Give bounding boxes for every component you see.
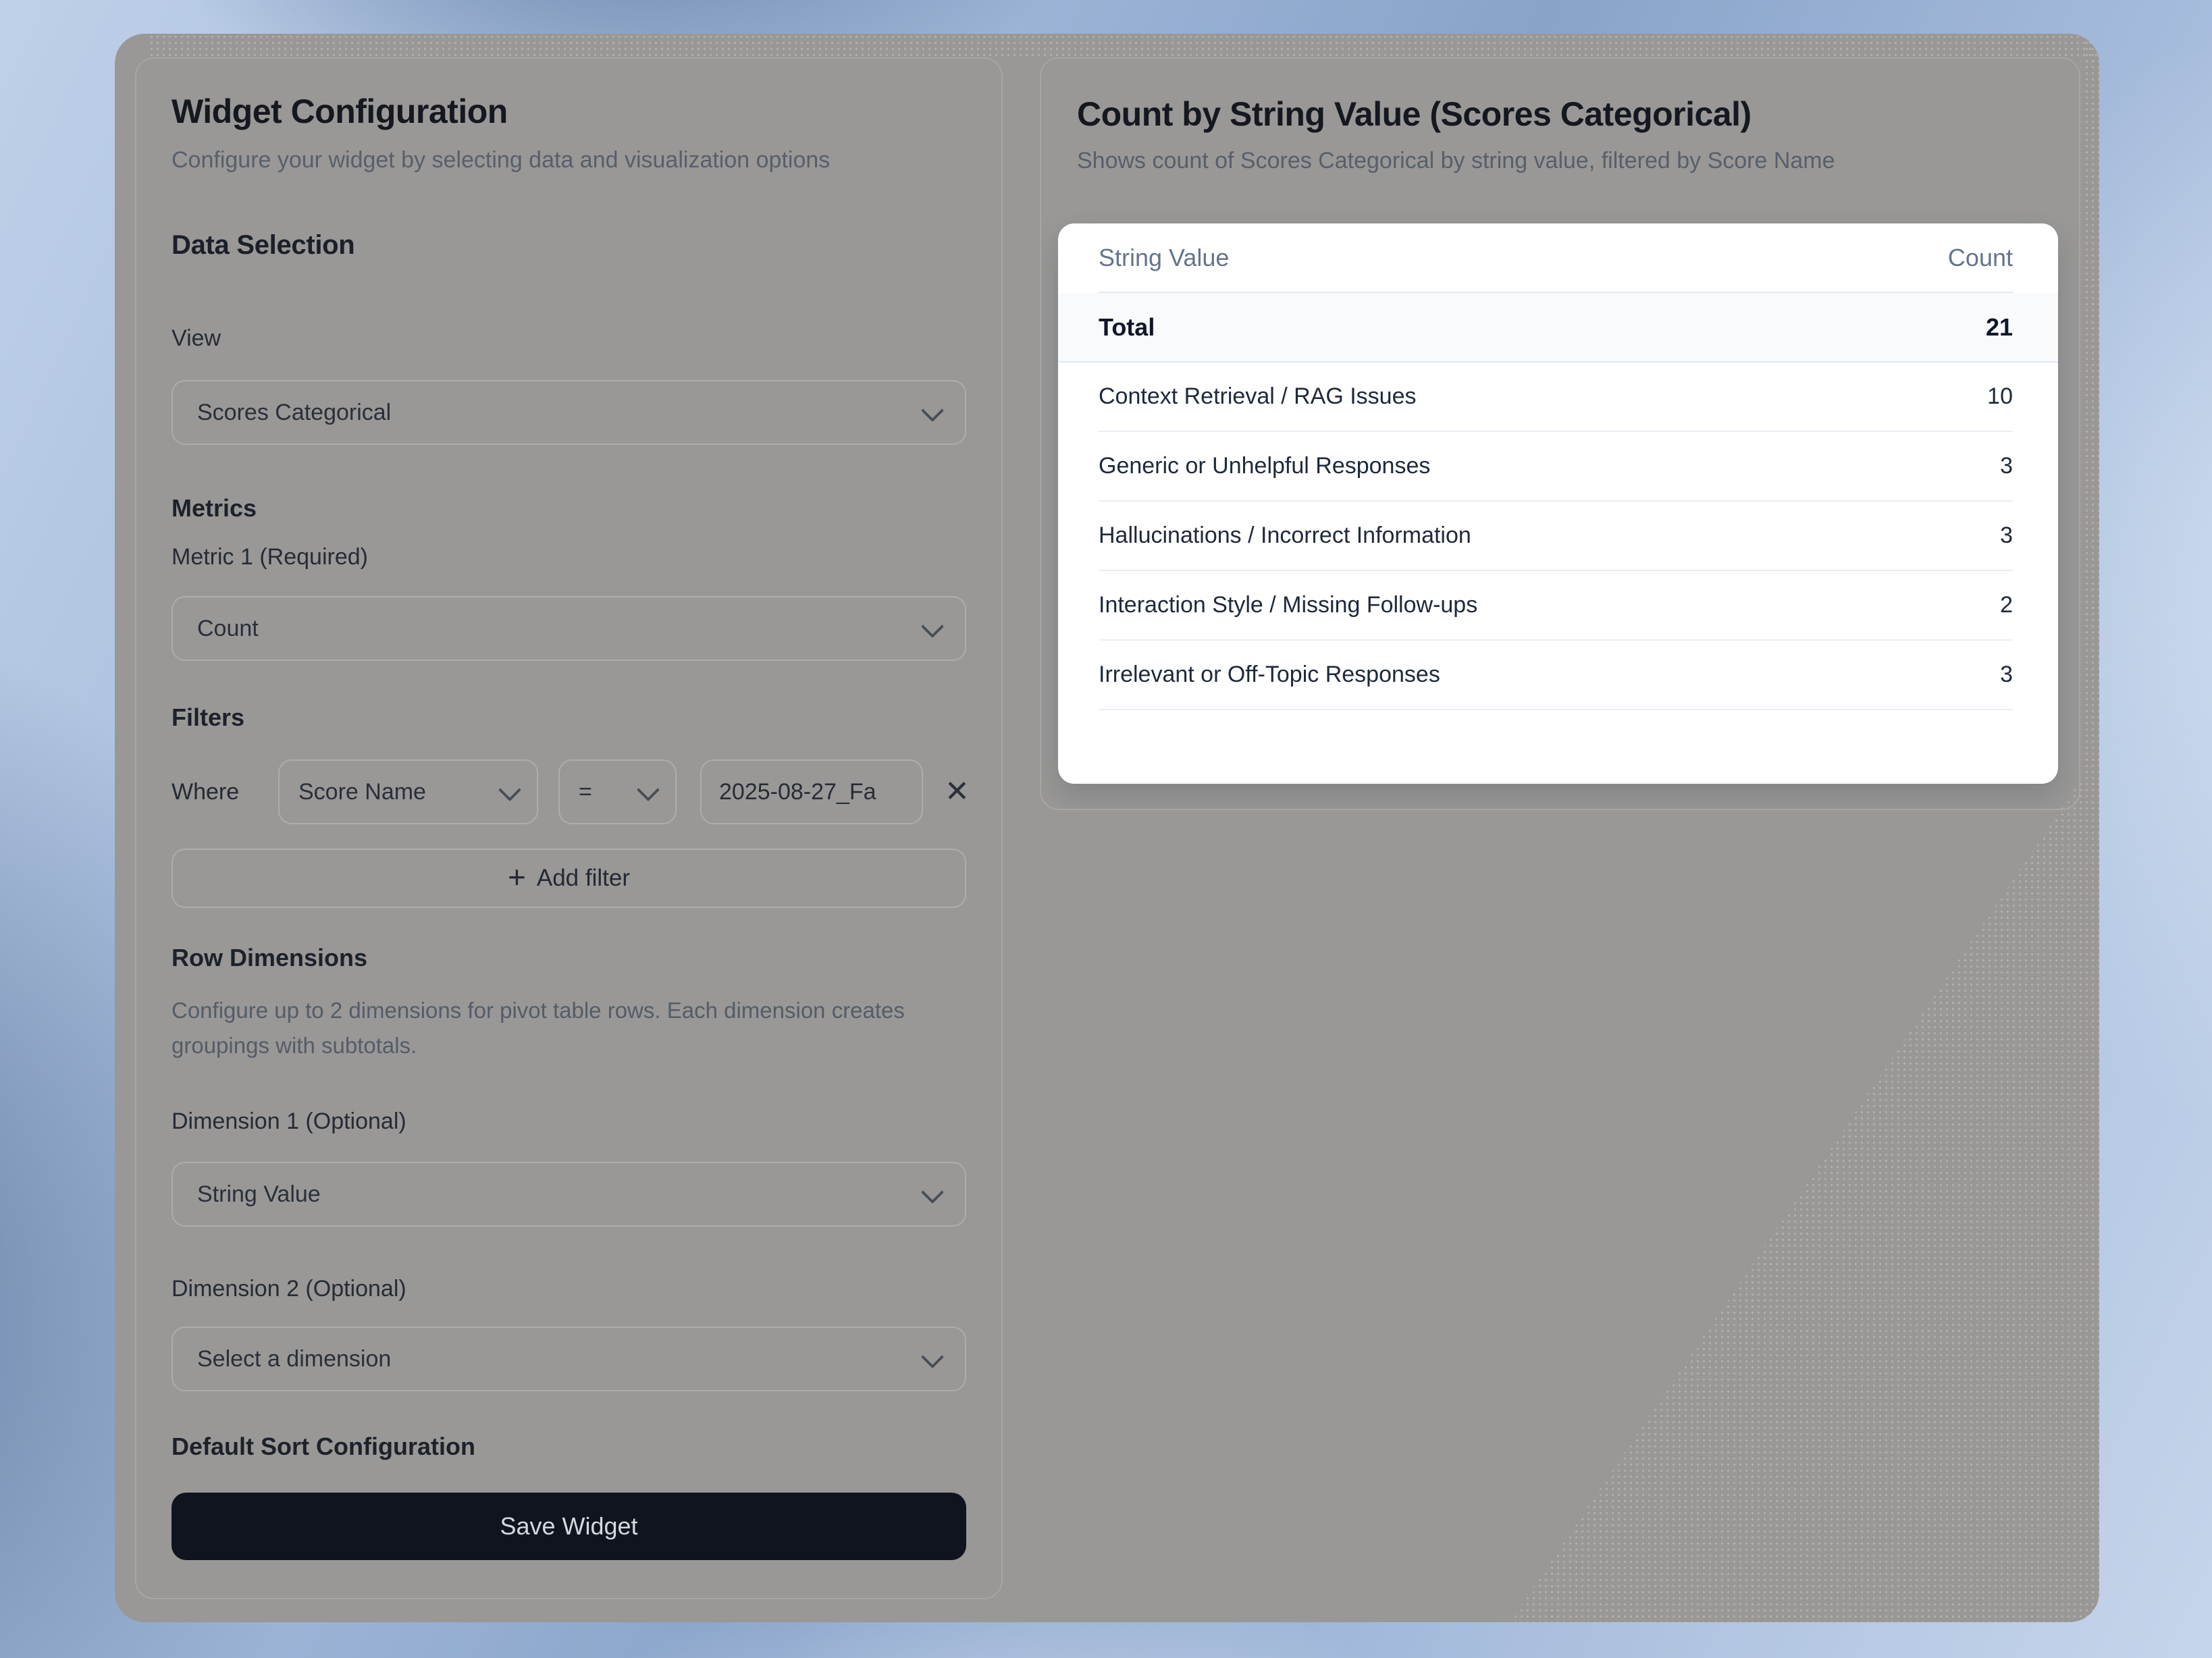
row-count: 2 xyxy=(2000,592,2013,618)
chevron-down-icon xyxy=(637,778,660,801)
dimension1-label: Dimension 1 (Optional) xyxy=(172,1106,966,1136)
filter-row: Where Score Name = 2025-08-27_Fa ✕ xyxy=(172,759,966,824)
filter-value-input[interactable]: 2025-08-27_Fa xyxy=(700,759,923,824)
view-select[interactable]: Scores Categorical xyxy=(172,380,966,445)
table-row: Hallucinations / Incorrect Information 3 xyxy=(1099,502,2013,571)
chevron-down-icon xyxy=(921,1181,944,1204)
table-row: Irrelevant or Off-Topic Responses 3 xyxy=(1099,641,2013,710)
dimension1-select[interactable]: String Value xyxy=(172,1162,966,1227)
filter-field-value: Score Name xyxy=(298,779,426,805)
filter-operator-select[interactable]: = xyxy=(558,759,677,824)
filter-value-text: 2025-08-27_Fa xyxy=(719,779,876,805)
plus-icon: + xyxy=(508,861,526,892)
pivot-table-preview: String Value Count Total 21 Context Retr… xyxy=(1058,223,2058,784)
row-count: 10 xyxy=(1987,383,2013,410)
preview-subtitle: Shows count of Scores Categorical by str… xyxy=(1077,145,2058,176)
add-filter-label: Add filter xyxy=(537,865,630,892)
table-header-row: String Value Count xyxy=(1099,223,2013,293)
table-row: Interaction Style / Missing Follow-ups 2 xyxy=(1099,571,2013,641)
default-sort-heading: Default Sort Configuration xyxy=(172,1432,966,1462)
total-count: 21 xyxy=(1986,313,2013,342)
row-label: Context Retrieval / RAG Issues xyxy=(1099,383,1417,410)
dimension2-select-value: Select a dimension xyxy=(197,1346,391,1372)
row-label: Interaction Style / Missing Follow-ups xyxy=(1099,592,1477,618)
filters-heading: Filters xyxy=(172,703,966,732)
metric1-select[interactable]: Count xyxy=(172,596,966,661)
save-widget-label: Save Widget xyxy=(500,1512,637,1541)
view-select-value: Scores Categorical xyxy=(197,400,391,426)
row-dimensions-description: Configure up to 2 dimensions for pivot t… xyxy=(172,993,966,1063)
table-total-row: Total 21 xyxy=(1058,293,2058,363)
preview-title: Count by String Value (Scores Categorica… xyxy=(1077,94,2058,134)
total-label: Total xyxy=(1099,313,1155,342)
widget-configuration-title: Widget Configuration xyxy=(172,91,966,132)
row-count: 3 xyxy=(2000,662,2013,688)
chevron-down-icon xyxy=(921,399,944,422)
widget-configuration-subtitle: Configure your widget by selecting data … xyxy=(172,141,853,179)
table-body: Context Retrieval / RAG Issues 10 Generi… xyxy=(1099,363,2013,710)
metric1-select-value: Count xyxy=(197,616,259,642)
chevron-down-icon xyxy=(921,615,944,638)
remove-filter-button[interactable]: ✕ xyxy=(945,777,970,807)
dimension1-select-value: String Value xyxy=(197,1181,321,1208)
row-dimensions-heading: Row Dimensions xyxy=(172,943,966,973)
filter-where-label: Where xyxy=(172,779,278,805)
close-icon: ✕ xyxy=(945,775,970,808)
metric1-label: Metric 1 (Required) xyxy=(172,542,966,572)
row-count: 3 xyxy=(2000,523,2013,549)
dimension2-label: Dimension 2 (Optional) xyxy=(172,1274,966,1304)
data-selection-heading: Data Selection xyxy=(172,229,966,261)
filter-field-select[interactable]: Score Name xyxy=(278,759,538,824)
add-filter-button[interactable]: + Add filter xyxy=(172,849,966,908)
widget-configuration-panel: Widget Configuration Configure your widg… xyxy=(135,57,1003,1599)
column-header-string-value: String Value xyxy=(1099,244,1229,272)
chevron-down-icon xyxy=(921,1345,944,1368)
view-label: View xyxy=(172,323,966,353)
table-row: Context Retrieval / RAG Issues 10 xyxy=(1099,363,2013,432)
dimmed-modal-backdrop: Widget Configuration Configure your widg… xyxy=(115,34,2099,1622)
chevron-down-icon xyxy=(498,778,521,801)
row-label: Hallucinations / Incorrect Information xyxy=(1099,523,1471,549)
filter-operator-value: = xyxy=(579,779,592,805)
row-count: 3 xyxy=(2000,453,2013,479)
dot-texture-top xyxy=(149,34,2099,59)
widget-preview-panel: Count by String Value (Scores Categorica… xyxy=(1040,57,2080,810)
save-widget-button[interactable]: Save Widget xyxy=(172,1493,966,1560)
row-label: Irrelevant or Off-Topic Responses xyxy=(1099,662,1440,688)
table-row: Generic or Unhelpful Responses 3 xyxy=(1099,432,2013,502)
metrics-heading: Metrics xyxy=(172,493,966,523)
column-header-count: Count xyxy=(1948,244,2013,272)
row-label: Generic or Unhelpful Responses xyxy=(1099,453,1430,479)
dimension2-select[interactable]: Select a dimension xyxy=(172,1327,966,1391)
